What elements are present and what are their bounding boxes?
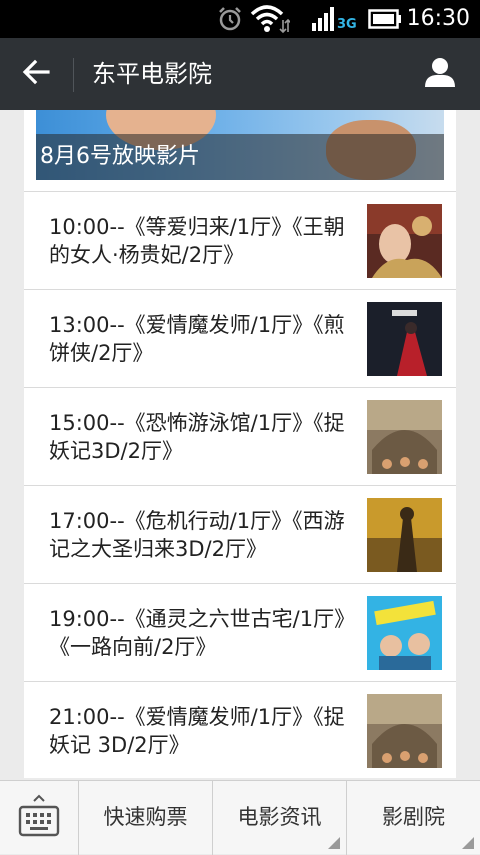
schedule-row[interactable]: 19:00--《通灵之六世古宅/1厅》《一路向前/2厅》	[24, 583, 456, 681]
menu-quick-ticket[interactable]: 快速购票	[78, 781, 212, 855]
menu-label: 电影资讯	[237, 805, 322, 829]
bottom-menu-bar: 快速购票 电影资讯 影剧院	[0, 780, 480, 855]
back-button[interactable]	[8, 38, 64, 110]
header-divider	[73, 58, 74, 92]
menu-theater[interactable]: 影剧院	[346, 781, 480, 855]
wifi-icon	[250, 0, 290, 38]
status-bar: 3G 16:30	[0, 0, 480, 38]
menu-label: 快速购票	[103, 805, 188, 829]
schedule-list: 10:00--《等爱归来/1厅》《王朝的女人·杨贵妃/2厅》 13:00--《爱…	[24, 191, 456, 778]
submenu-indicator-icon	[462, 837, 474, 849]
keyboard-toggle-button[interactable]	[0, 781, 78, 855]
keyboard-icon	[18, 793, 60, 843]
alarm-icon	[216, 0, 244, 38]
back-arrow-icon	[22, 58, 50, 90]
status-time: 16:30	[406, 6, 470, 31]
submenu-indicator-icon	[328, 837, 340, 849]
battery-icon	[368, 0, 402, 38]
page-title: 东平电影院	[92, 60, 212, 88]
menu-movie-news[interactable]: 电影资讯	[212, 781, 346, 855]
poster-thumbnail	[367, 596, 442, 670]
schedule-text: 10:00--《等爱归来/1厅》《王朝的女人·杨贵妃/2厅》	[49, 214, 345, 267]
poster-thumbnail	[367, 400, 442, 474]
network-type: 3G	[337, 16, 357, 32]
schedule-text: 19:00--《通灵之六世古宅/1厅》《一路向前/2厅》	[49, 606, 345, 659]
poster-thumbnail	[367, 498, 442, 572]
banner-caption: 8月6号放映影片	[36, 134, 444, 180]
signal-icon	[312, 0, 338, 38]
banner[interactable]: 8月6号放映影片	[36, 110, 444, 180]
schedule-row[interactable]: 13:00--《爱情魔发师/1厅》《煎饼侠/2厅》	[24, 289, 456, 387]
poster-thumbnail	[367, 204, 442, 278]
schedule-row[interactable]: 17:00--《危机行动/1厅》《西游记之大圣归来3D/2厅》	[24, 485, 456, 583]
profile-button[interactable]	[412, 38, 468, 110]
schedule-row[interactable]: 21:00--《爱情魔发师/1厅》《捉妖记 3D/2厅》	[24, 681, 456, 778]
person-icon	[424, 56, 456, 92]
schedule-text: 15:00--《恐怖游泳馆/1厅》《捉妖记3D/2厅》	[49, 410, 345, 463]
menu-label: 影剧院	[382, 805, 445, 829]
action-bar: 东平电影院	[0, 38, 480, 110]
poster-thumbnail	[367, 694, 442, 768]
schedule-text: 13:00--《爱情魔发师/1厅》《煎饼侠/2厅》	[49, 312, 345, 365]
schedule-text: 17:00--《危机行动/1厅》《西游记之大圣归来3D/2厅》	[49, 508, 345, 561]
schedule-text: 21:00--《爱情魔发师/1厅》《捉妖记 3D/2厅》	[49, 704, 345, 757]
content-card: 8月6号放映影片 10:00--《等爱归来/1厅》《王朝的女人·杨贵妃/2厅》 …	[24, 110, 456, 778]
schedule-row[interactable]: 10:00--《等爱归来/1厅》《王朝的女人·杨贵妃/2厅》	[24, 191, 456, 289]
poster-thumbnail	[367, 302, 442, 376]
schedule-row[interactable]: 15:00--《恐怖游泳馆/1厅》《捉妖记3D/2厅》	[24, 387, 456, 485]
